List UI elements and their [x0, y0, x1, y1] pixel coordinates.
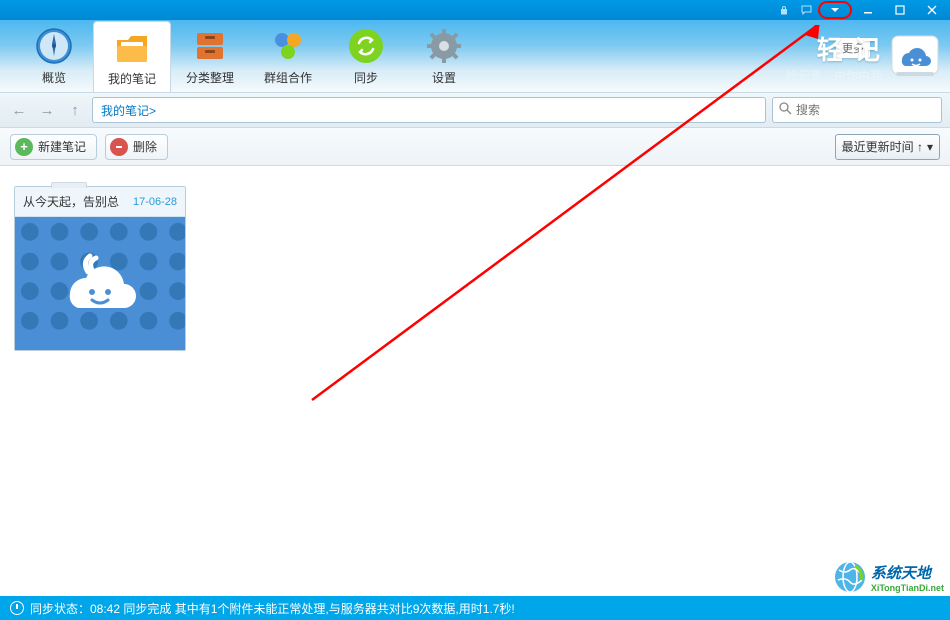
nav-up-button[interactable]: ↑ [64, 99, 86, 121]
lock-icon[interactable] [774, 0, 794, 20]
title-bar [0, 0, 950, 20]
nav-back-button[interactable]: ← [8, 99, 30, 121]
toolbar-sync[interactable]: 同步 [327, 20, 405, 92]
toolbar-settings[interactable]: 设置 [405, 20, 483, 92]
folder-icon [113, 28, 151, 66]
delete-label: 删除 [133, 138, 157, 155]
main-toolbar: 概览 我的笔记 分类整理 群组合作 同步 设置 更多 轻 记 松记录，由你由 [0, 20, 950, 92]
compass-icon [35, 27, 73, 65]
new-note-label: 新建笔记 [38, 138, 86, 155]
note-card[interactable]: 从今天起，告别总 17-06-28 [14, 186, 186, 351]
toolbar-overview[interactable]: 概览 [15, 20, 93, 92]
toolbar-label: 同步 [354, 69, 378, 86]
new-note-button[interactable]: + 新建笔记 [10, 134, 97, 160]
toolbar-label: 概览 [42, 69, 66, 86]
gear-icon [425, 27, 463, 65]
content-area: 从今天起，告别总 17-06-28 [0, 166, 950, 596]
toolbar-label: 我的笔记 [108, 70, 156, 87]
brand-title: 轻 记 [817, 30, 882, 67]
minimize-button[interactable] [852, 0, 884, 20]
navigation-bar: ← → ↑ 我的笔记> [0, 92, 950, 128]
toolbar-label: 群组合作 [264, 69, 312, 86]
search-box[interactable] [772, 97, 942, 123]
brand-subtitle: 松记录，由你由我 [786, 67, 882, 84]
status-text: 同步状态：08:42 同步完成 其中有1个附件未能正常处理,与服务器共对比9次数… [30, 600, 515, 617]
close-button[interactable] [916, 0, 948, 20]
breadcrumb-text: 我的笔记> [101, 102, 156, 119]
action-bar: + 新建笔记 删除 最近更新时间 ↑ ▾ [0, 128, 950, 166]
note-card-header: 从今天起，告别总 17-06-28 [15, 187, 185, 217]
search-input[interactable] [796, 103, 935, 117]
sort-label: 最近更新时间 ↑ [842, 138, 923, 155]
note-thumbnail [15, 217, 185, 350]
note-tab-decoration [51, 182, 87, 188]
toolbar-my-notes[interactable]: 我的笔记 [93, 21, 171, 92]
toolbar-label: 设置 [432, 69, 456, 86]
delete-icon [110, 138, 128, 156]
toolbar-label: 分类整理 [186, 69, 234, 86]
toolbar-category[interactable]: 分类整理 [171, 20, 249, 92]
brand-area: 轻 记 松记录，由你由我 [786, 30, 940, 84]
note-title: 从今天起，告别总 [23, 193, 119, 210]
delete-button[interactable]: 删除 [105, 134, 168, 160]
toolbar-group[interactable]: 群组合作 [249, 20, 327, 92]
people-icon [269, 27, 307, 65]
plus-icon: + [15, 138, 33, 156]
status-bar: 同步状态：08:42 同步完成 其中有1个附件未能正常处理,与服务器共对比9次数… [0, 596, 950, 620]
sync-icon [347, 27, 385, 65]
cloud-logo-icon [890, 34, 940, 80]
dropdown-menu-button[interactable] [818, 1, 852, 19]
clock-icon [10, 601, 24, 615]
comment-icon[interactable] [796, 0, 816, 20]
nav-forward-button[interactable]: → [36, 99, 58, 121]
breadcrumb[interactable]: 我的笔记> [92, 97, 766, 123]
sort-dropdown[interactable]: 最近更新时间 ↑ ▾ [835, 134, 940, 160]
chevron-down-icon: ▾ [927, 140, 933, 154]
note-date: 17-06-28 [133, 196, 177, 208]
drawer-icon [191, 27, 229, 65]
maximize-button[interactable] [884, 0, 916, 20]
search-icon [779, 102, 792, 118]
